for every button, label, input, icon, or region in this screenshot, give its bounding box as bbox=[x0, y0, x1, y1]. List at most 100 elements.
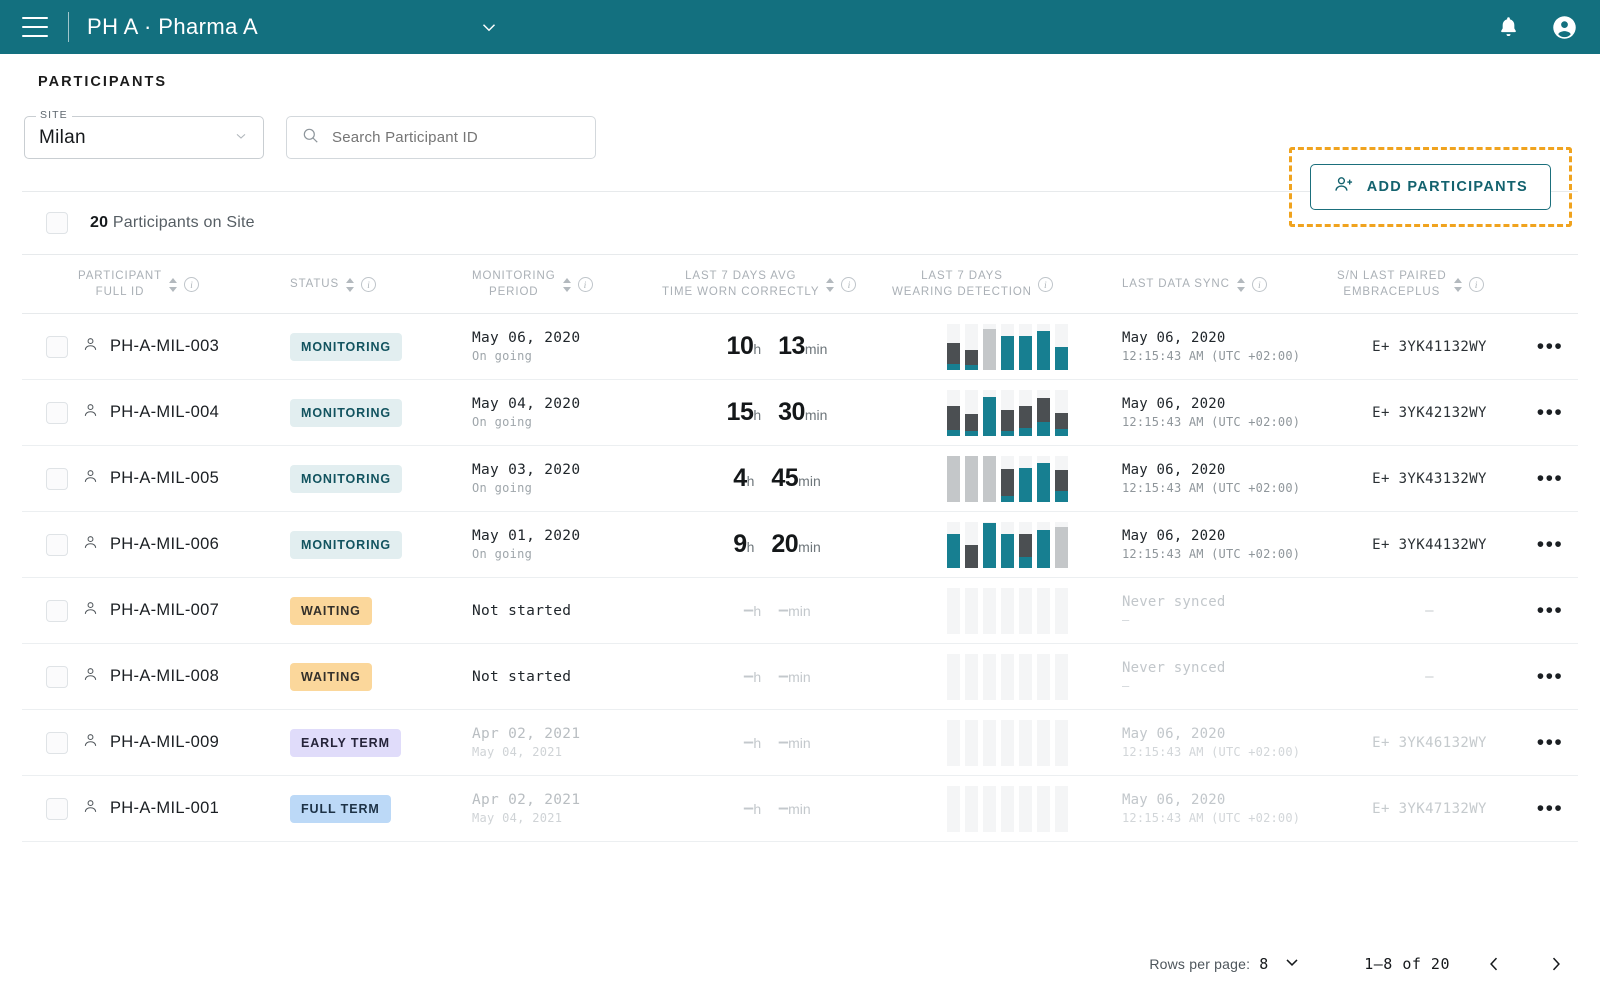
column-label: MONITORINGPERIOD bbox=[472, 269, 556, 300]
table-row[interactable]: PH-A-MIL-003 MONITORING May 06, 2020 On … bbox=[22, 314, 1578, 380]
info-icon[interactable]: i bbox=[1038, 277, 1053, 292]
search-input[interactable] bbox=[332, 129, 581, 146]
participants-card: 20 Participants on Site ADD PARTICIPANTS bbox=[22, 191, 1578, 842]
bell-icon[interactable] bbox=[1496, 15, 1521, 40]
th-status[interactable]: STATUS i bbox=[290, 255, 472, 314]
time-worn-hours: – bbox=[743, 732, 753, 753]
sort-icon[interactable] bbox=[562, 278, 572, 292]
row-checkbox-cell bbox=[22, 644, 78, 710]
row-checkbox[interactable] bbox=[46, 798, 68, 820]
th-monitoring-period[interactable]: MONITORINGPERIOD i bbox=[472, 255, 662, 314]
account-circle-icon[interactable] bbox=[1551, 14, 1578, 41]
sort-icon[interactable] bbox=[1453, 278, 1463, 292]
bar-segment-teal bbox=[1037, 530, 1050, 568]
page-range-text: 1–8 of 20 bbox=[1364, 955, 1450, 973]
participant-id-cell: PH-A-MIL-003 bbox=[78, 314, 290, 380]
info-icon[interactable]: i bbox=[1469, 277, 1484, 292]
time-worn-hours: – bbox=[743, 600, 753, 621]
row-checkbox[interactable] bbox=[46, 402, 68, 424]
wearing-bar bbox=[1001, 456, 1014, 502]
info-icon[interactable]: i bbox=[841, 277, 856, 292]
info-icon[interactable]: i bbox=[184, 277, 199, 292]
previous-page-button[interactable] bbox=[1484, 953, 1504, 975]
more-options-icon[interactable]: ••• bbox=[1522, 475, 1578, 483]
search-participant-box[interactable] bbox=[286, 116, 596, 159]
monitoring-period-end: On going bbox=[472, 415, 662, 429]
status-badge: MONITORING bbox=[290, 333, 402, 361]
site-select[interactable]: SITE Milan bbox=[24, 116, 264, 159]
th-last-data-sync[interactable]: LAST DATA SYNC i bbox=[1122, 255, 1337, 314]
time-worn-cell: –h –min bbox=[662, 578, 892, 644]
time-worn-cell: 15h 30min bbox=[662, 380, 892, 446]
time-worn-minutes: 20 bbox=[771, 530, 798, 558]
wearing-bar bbox=[983, 720, 996, 766]
th-last-7-days-avg-time-worn[interactable]: LAST 7 DAYS AVGTIME WORN CORRECTLY i bbox=[662, 255, 892, 314]
row-checkbox[interactable] bbox=[46, 732, 68, 754]
bar-segment-teal bbox=[1019, 557, 1032, 568]
table-row[interactable]: PH-A-MIL-009 EARLY TERM Apr 02, 2021 May… bbox=[22, 710, 1578, 776]
info-icon[interactable]: i bbox=[1252, 277, 1267, 292]
monitoring-period-cell: Not started bbox=[472, 644, 662, 710]
rows-per-page-chevron-down-icon[interactable] bbox=[1282, 952, 1302, 977]
pagination-bar: Rows per page: 8 1–8 of 20 bbox=[0, 928, 1600, 1000]
table-row[interactable]: PH-A-MIL-006 MONITORING May 01, 2020 On … bbox=[22, 512, 1578, 578]
table-row[interactable]: PH-A-MIL-007 WAITING Not started –h –min… bbox=[22, 578, 1578, 644]
wearing-bar bbox=[1055, 390, 1068, 436]
time-worn-minutes-unit: min bbox=[788, 669, 811, 685]
serial-number-cell: E+ 3YK47132WY bbox=[1337, 776, 1522, 842]
time-worn-cell: 9h 20min bbox=[662, 512, 892, 578]
sort-icon[interactable] bbox=[1236, 278, 1246, 292]
th-sn-last-paired-embraceplus[interactable]: S/N LAST PAIREDEMBRACEPLUS i bbox=[1337, 255, 1522, 314]
row-checkbox[interactable] bbox=[46, 600, 68, 622]
bar-segment-teal bbox=[947, 364, 960, 370]
wearing-bar bbox=[1037, 390, 1050, 436]
more-options-icon[interactable]: ••• bbox=[1522, 343, 1578, 351]
serial-number: – bbox=[1337, 669, 1522, 685]
more-options-icon[interactable]: ••• bbox=[1522, 673, 1578, 681]
more-options-icon[interactable]: ••• bbox=[1522, 805, 1578, 813]
more-options-icon[interactable]: ••• bbox=[1522, 739, 1578, 747]
bar-segment-grey bbox=[983, 456, 996, 502]
bar-segment-dark bbox=[1055, 470, 1068, 490]
hamburger-menu-icon[interactable] bbox=[22, 17, 48, 37]
row-checkbox[interactable] bbox=[46, 534, 68, 556]
row-actions-cell: ••• bbox=[1522, 314, 1578, 380]
th-participant-full-id[interactable]: PARTICIPANTFULL ID i bbox=[78, 255, 290, 314]
add-participants-button[interactable]: ADD PARTICIPANTS bbox=[1310, 164, 1551, 210]
time-worn-minutes-unit: min bbox=[798, 473, 821, 489]
row-actions-cell: ••• bbox=[1522, 776, 1578, 842]
sort-icon[interactable] bbox=[345, 278, 355, 292]
bar-segment-teal bbox=[947, 430, 960, 436]
participant-id: PH-A-MIL-009 bbox=[110, 733, 219, 752]
row-checkbox[interactable] bbox=[46, 468, 68, 490]
select-all-checkbox[interactable] bbox=[46, 212, 68, 234]
serial-number: E+ 3YK41132WY bbox=[1337, 339, 1522, 355]
table-row[interactable]: PH-A-MIL-005 MONITORING May 03, 2020 On … bbox=[22, 446, 1578, 512]
wearing-bar bbox=[983, 456, 996, 502]
time-worn-minutes-unit: min bbox=[788, 801, 811, 817]
bar-segment-teal bbox=[1055, 429, 1068, 435]
chevron-down-icon[interactable] bbox=[478, 16, 500, 38]
last-sync-time: 12:15:43 AM (UTC +02:00) bbox=[1122, 811, 1337, 825]
wearing-bar bbox=[1019, 324, 1032, 370]
time-worn-hours-unit: h bbox=[753, 801, 761, 817]
participant-id: PH-A-MIL-008 bbox=[110, 667, 219, 686]
info-icon[interactable]: i bbox=[361, 277, 376, 292]
more-options-icon[interactable]: ••• bbox=[1522, 607, 1578, 615]
row-checkbox[interactable] bbox=[46, 666, 68, 688]
next-page-button[interactable] bbox=[1546, 953, 1566, 975]
bar-segment-teal bbox=[1019, 428, 1032, 435]
table-row[interactable]: PH-A-MIL-008 WAITING Not started –h –min… bbox=[22, 644, 1578, 710]
info-icon[interactable]: i bbox=[578, 277, 593, 292]
table-row[interactable]: PH-A-MIL-004 MONITORING May 04, 2020 On … bbox=[22, 380, 1578, 446]
monitoring-period-start: May 03, 2020 bbox=[472, 462, 662, 478]
last-data-sync-cell: Never synced – bbox=[1122, 578, 1337, 644]
table-row[interactable]: PH-A-MIL-001 FULL TERM Apr 02, 2021 May … bbox=[22, 776, 1578, 842]
more-options-icon[interactable]: ••• bbox=[1522, 409, 1578, 417]
row-actions-cell: ••• bbox=[1522, 512, 1578, 578]
sort-icon[interactable] bbox=[825, 278, 835, 292]
more-options-icon[interactable]: ••• bbox=[1522, 541, 1578, 549]
row-checkbox[interactable] bbox=[46, 336, 68, 358]
wearing-bar bbox=[1019, 522, 1032, 568]
sort-icon[interactable] bbox=[168, 278, 178, 292]
